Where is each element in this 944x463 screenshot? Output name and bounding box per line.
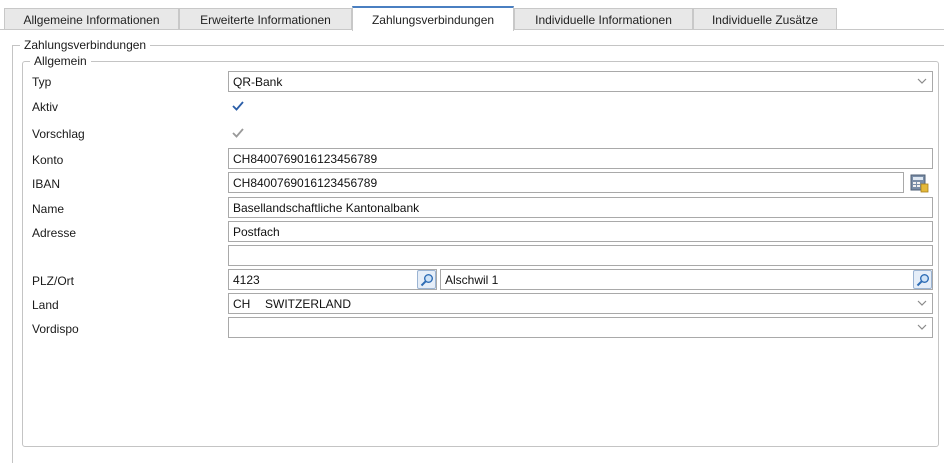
chevron-down-icon — [917, 78, 927, 84]
ort-field[interactable]: Alschwil 1 — [440, 269, 933, 290]
ort-value: Alschwil 1 — [445, 272, 499, 287]
adresse-label: Adresse — [32, 226, 77, 240]
adresse-line2-field[interactable] — [228, 245, 933, 266]
iban-label: IBAN — [32, 177, 61, 191]
group-title: Zahlungsverbindungen — [20, 38, 151, 52]
adresse-value: Postfach — [233, 224, 280, 239]
iban-field[interactable]: CH8400769016123456789 — [228, 172, 904, 193]
iban-value: CH8400769016123456789 — [233, 175, 378, 190]
plz-ort-label: PLZ/Ort — [32, 274, 75, 288]
tab-label: Zahlungsverbindungen — [371, 12, 495, 27]
tab-allgemeine-informationen[interactable]: Allgemeine Informationen — [4, 8, 179, 30]
vordispo-combobox[interactable] — [228, 317, 933, 338]
magnifier-icon — [916, 273, 929, 286]
name-label: Name — [32, 202, 65, 216]
tab-individuelle-zusaetze[interactable]: Individuelle Zusätze — [693, 8, 837, 30]
tab-label: Erweiterte Informationen — [200, 12, 331, 27]
land-code: CH — [233, 296, 251, 311]
ort-lookup-button[interactable] — [913, 270, 932, 289]
chevron-down-icon — [917, 300, 927, 306]
chevron-down-icon — [917, 324, 927, 330]
plz-value: 4123 — [233, 272, 260, 287]
konto-label: Konto — [32, 153, 64, 167]
tab-label: Individuelle Informationen — [535, 12, 672, 27]
aktiv-label: Aktiv — [32, 100, 59, 114]
iban-calculator-button[interactable] — [908, 172, 930, 193]
plz-lookup-button[interactable] — [417, 270, 436, 289]
plz-field[interactable]: 4123 — [228, 269, 437, 290]
konto-value: CH8400769016123456789 — [233, 151, 378, 166]
name-value: Basellandschaftliche Kantonalbank — [233, 200, 420, 215]
land-combobox[interactable]: CH SWITZERLAND — [228, 293, 933, 314]
vorschlag-label: Vorschlag — [32, 127, 85, 141]
vorschlag-checkbox — [232, 128, 244, 138]
vordispo-label: Vordispo — [32, 322, 79, 336]
iban-calculator-icon — [910, 174, 929, 192]
tab-bar: Allgemeine Informationen Erweiterte Info… — [0, 0, 944, 31]
adresse-field[interactable]: Postfach — [228, 221, 933, 242]
magnifier-icon — [420, 273, 433, 286]
typ-combobox[interactable]: QR-Bank — [228, 71, 933, 92]
tab-erweiterte-informationen[interactable]: Erweiterte Informationen — [179, 8, 352, 30]
aktiv-checkbox[interactable] — [231, 99, 245, 113]
section-title: Allgemein — [30, 54, 91, 68]
typ-value: QR-Bank — [233, 74, 283, 89]
konto-field[interactable]: CH8400769016123456789 — [228, 148, 933, 169]
name-field[interactable]: Basellandschaftliche Kantonalbank — [228, 197, 933, 218]
tab-zahlungsverbindungen[interactable]: Zahlungsverbindungen — [352, 6, 514, 31]
land-name: SWITZERLAND — [265, 296, 352, 311]
tab-individuelle-informationen[interactable]: Individuelle Informationen — [514, 8, 693, 30]
tab-label: Allgemeine Informationen — [23, 12, 160, 27]
tab-label: Individuelle Zusätze — [711, 12, 819, 27]
land-label: Land — [32, 298, 59, 312]
typ-label: Typ — [32, 75, 52, 89]
